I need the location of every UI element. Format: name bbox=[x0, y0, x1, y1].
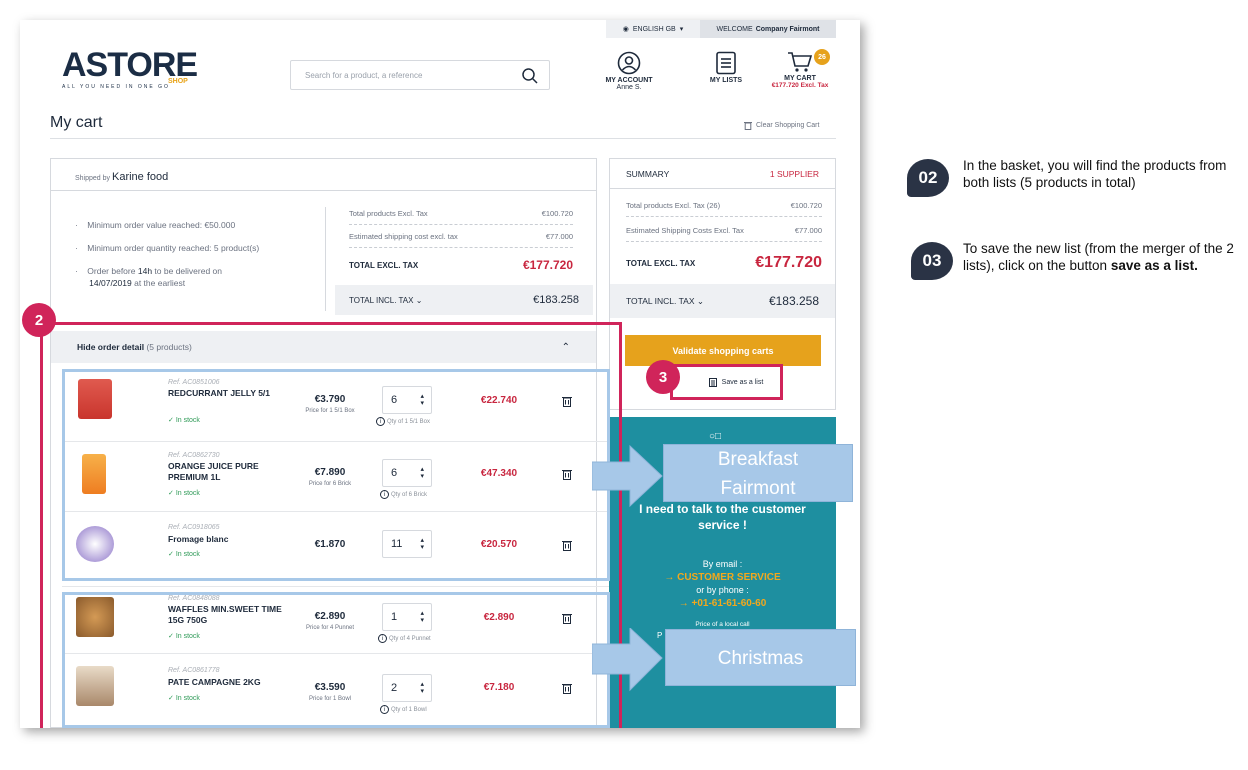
phone-link[interactable]: → +01-61-61-60-60 bbox=[609, 598, 836, 609]
conditions-list: · Minimum order value reached: €50.000 ·… bbox=[75, 219, 259, 289]
by-email-label: By email : bbox=[702, 559, 743, 569]
shipped-by: Shipped by Karine food bbox=[51, 159, 596, 191]
step-02-text: In the basket, you will find the product… bbox=[963, 158, 1227, 190]
search-placeholder: Search for a product, a reference bbox=[305, 71, 423, 80]
callout-line: Fairmont bbox=[720, 478, 796, 499]
lists-label: MY LISTS bbox=[709, 77, 743, 84]
summary-incl-row[interactable]: TOTAL INCL. TAX ⌄ €183.258 bbox=[610, 284, 835, 318]
globe-icon: ◉ bbox=[622, 26, 629, 33]
callout-breakfast: Breakfast Fairmont bbox=[663, 444, 853, 502]
highlight-box-save bbox=[670, 364, 783, 400]
summary-excl-row: TOTAL EXCL. TAX €177.720 bbox=[626, 254, 822, 271]
page-title: My cart bbox=[50, 114, 103, 131]
summary-incl-label: TOTAL INCL. TAX ⌄ bbox=[626, 295, 704, 306]
summary-header: SUMMARY 1 SUPPLIER bbox=[610, 159, 835, 189]
list-icon bbox=[716, 51, 736, 75]
cart-label: MY CART bbox=[784, 75, 816, 82]
welcome-prefix: WELCOME bbox=[716, 25, 753, 33]
marker-3: 3 bbox=[646, 360, 680, 394]
logo-brand: ASTORE bbox=[62, 46, 198, 84]
welcome-bar: WELCOME Company Fairmont bbox=[700, 20, 836, 38]
total-incl-label: TOTAL INCL. TAX ⌄ bbox=[349, 295, 423, 305]
my-account-button[interactable]: MY ACCOUNT Anne S. bbox=[594, 51, 664, 91]
by-phone-label: or by phone : bbox=[696, 585, 749, 595]
shop-page: ◉ ENGLISH GB ▾ WELCOME Company Fairmont … bbox=[20, 20, 860, 728]
step-03-text-bold: save as a list. bbox=[1110, 258, 1198, 273]
clear-cart-label: Clear Shopping Cart bbox=[756, 122, 820, 129]
total-excl-row: TOTAL EXCL. TAX €177.720 bbox=[349, 258, 573, 272]
call-note: Price of a local call bbox=[695, 621, 750, 628]
account-label: MY ACCOUNT bbox=[605, 77, 653, 84]
marker-2: 2 bbox=[22, 303, 56, 337]
title-divider bbox=[50, 138, 836, 139]
divider bbox=[325, 207, 326, 311]
condition-item: · Minimum order value reached: €50.000 bbox=[75, 220, 236, 230]
logo-shop: SHOP bbox=[168, 78, 188, 85]
clear-cart-button[interactable]: Clear Shopping Cart bbox=[744, 121, 819, 130]
summary-shipping-row: Estimated Shipping Costs Excl. Tax €77.00… bbox=[626, 217, 822, 242]
highlight-box-products bbox=[40, 322, 622, 728]
summary-title: SUMMARY bbox=[626, 168, 670, 179]
step-02-badge: 02 bbox=[907, 159, 949, 197]
total-incl-row[interactable]: TOTAL INCL. TAX ⌄ €183.258 bbox=[335, 285, 593, 315]
account-user: Anne S. bbox=[616, 84, 642, 91]
chat-icon: ○□ bbox=[709, 431, 722, 442]
search-icon[interactable] bbox=[521, 67, 539, 85]
customer-service-link[interactable]: → CUSTOMER SERVICE bbox=[609, 572, 836, 583]
shipping-row: Estimated shipping cost excl. tax €77.000 bbox=[349, 225, 573, 248]
summary-incl-value: €183.258 bbox=[768, 294, 819, 308]
supplier-totals: Total products Excl. Tax €100.720 Estimat… bbox=[349, 205, 573, 280]
chevron-down-icon: ⌄ bbox=[415, 295, 423, 305]
total-products-row: Total products Excl. Tax €100.720 bbox=[349, 205, 573, 225]
language-selector[interactable]: ◉ ENGLISH GB ▾ bbox=[606, 20, 700, 38]
service-heading: I need to talk to the customer service ! bbox=[639, 502, 806, 532]
step-03-text: To save the new list (from the merger of… bbox=[963, 240, 1239, 274]
arrow-right-icon bbox=[592, 628, 663, 692]
callout-christmas: Christmas bbox=[665, 629, 856, 686]
my-lists-button[interactable]: MY LISTS bbox=[696, 51, 756, 84]
welcome-name: Company Fairmont bbox=[755, 25, 820, 33]
summary-products-row: Total products Excl. Tax (26) €100.720 bbox=[626, 199, 822, 217]
supplier-count: 1 SUPPLIER bbox=[769, 168, 819, 179]
language-label: ENGLISH GB bbox=[632, 25, 676, 33]
condition-item: · Order before 14h to be delivered on 14… bbox=[75, 266, 222, 288]
shipped-by-prefix: Shipped by bbox=[75, 175, 111, 182]
arrow-right-icon bbox=[592, 444, 663, 508]
total-incl-value: €183.258 bbox=[533, 294, 579, 306]
search-input[interactable]: Search for a product, a reference bbox=[290, 60, 550, 90]
cart-amount: €177.720 Excl. Tax bbox=[771, 82, 829, 89]
callout-line: Breakfast bbox=[717, 449, 799, 470]
user-icon bbox=[617, 51, 641, 75]
summary-totals: Total products Excl. Tax (26) €100.720 Es… bbox=[626, 199, 822, 280]
shipped-by-name: Karine food bbox=[111, 171, 169, 183]
chevron-down-icon: ⌄ bbox=[696, 295, 704, 306]
condition-item: · Minimum order quantity reached: 5 prod… bbox=[75, 243, 260, 253]
trash-icon bbox=[744, 122, 752, 130]
cart-icon bbox=[788, 52, 813, 72]
step-03-badge: 03 bbox=[911, 242, 953, 280]
chevron-down-icon: ▾ bbox=[679, 26, 684, 33]
cart-count-badge: 26 bbox=[814, 49, 830, 65]
